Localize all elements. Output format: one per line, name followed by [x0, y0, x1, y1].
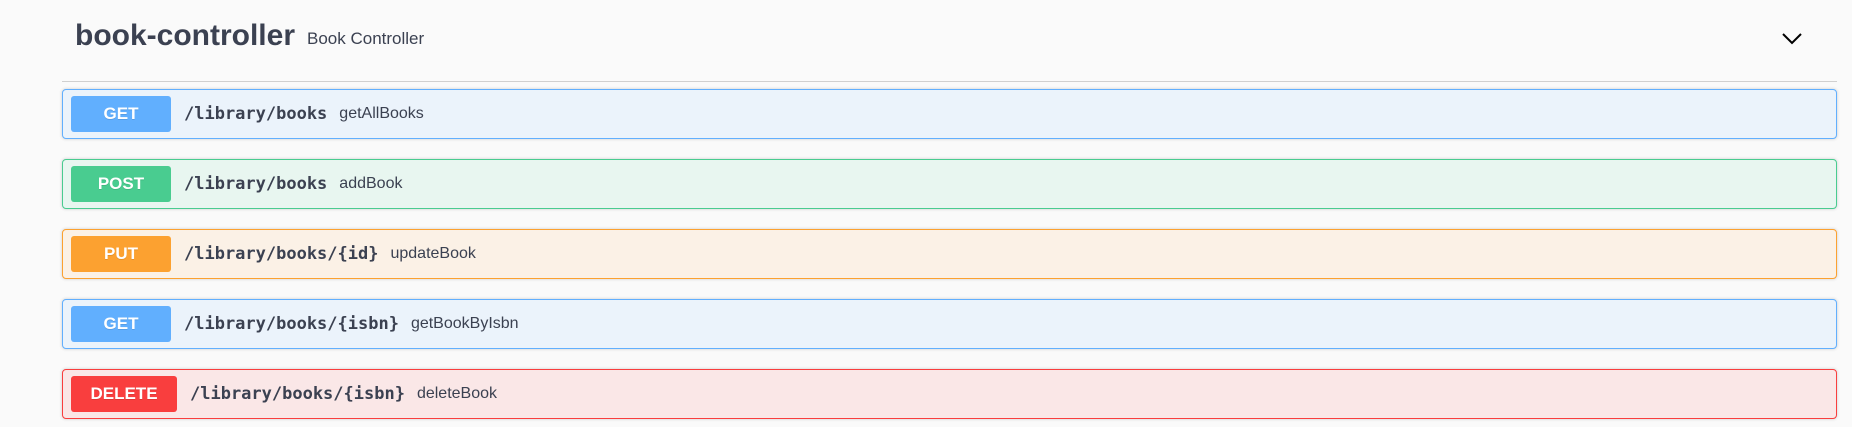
operation-get-book-by-isbn[interactable]: GET /library/books/{isbn} getBookByIsbn	[62, 299, 1837, 349]
operation-path: /library/books	[184, 104, 328, 124]
operation-path: /library/books	[184, 174, 328, 194]
operation-summary: updateBook	[390, 245, 476, 262]
operation-get-all-books[interactable]: GET /library/books getAllBooks	[62, 89, 1837, 139]
operation-path: /library/books/{id}	[184, 244, 379, 264]
operation-summary: addBook	[339, 175, 403, 192]
operation-delete-book[interactable]: DELETE /library/books/{isbn} deleteBook	[62, 369, 1837, 419]
method-badge: DELETE	[71, 376, 177, 412]
method-badge: GET	[71, 306, 171, 342]
method-badge: PUT	[71, 236, 171, 272]
operation-path: /library/books/{isbn}	[184, 314, 399, 334]
operation-update-book[interactable]: PUT /library/books/{id} updateBook	[62, 229, 1837, 279]
operation-add-book[interactable]: POST /library/books addBook	[62, 159, 1837, 209]
method-badge: POST	[71, 166, 171, 202]
chevron-down-icon[interactable]	[1780, 28, 1804, 48]
operation-path: /library/books/{isbn}	[190, 384, 405, 404]
operation-summary: getBookByIsbn	[410, 315, 519, 332]
method-badge: GET	[71, 96, 171, 132]
tag-description: Book Controller	[307, 29, 425, 48]
tag-header-book-controller[interactable]: book-controller Book Controller	[62, 0, 1837, 82]
operation-summary: deleteBook	[416, 385, 497, 402]
operation-summary: getAllBooks	[339, 105, 424, 122]
tag-title: book-controller	[75, 19, 296, 52]
